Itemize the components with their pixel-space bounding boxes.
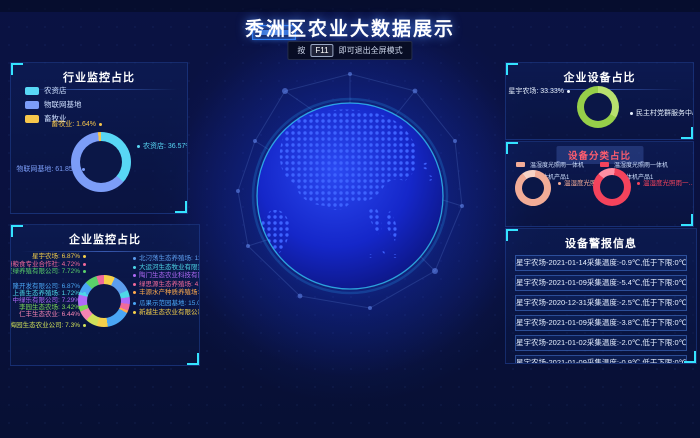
page-title: 秀洲区农业大数据展示 (0, 14, 700, 41)
f11-key-badge: F11 (310, 44, 333, 57)
alarm-row: 星宇农场-2020-12-31采集温度:-2.5℃,低于下限:0℃ (515, 295, 687, 311)
tip-prefix: 按 (297, 45, 305, 56)
legend-item[interactable]: 农资店 (25, 85, 82, 96)
chart-label: 星宇农场: 6.87% (32, 253, 86, 261)
panel-device-ratio: 企业设备占比 星宇农场: 33.33% 民主村党群服务中心: (505, 62, 694, 140)
device-donut-chart[interactable] (577, 86, 619, 128)
chart-label: 温湿度光照雨一… (637, 180, 694, 188)
chart-label: 畜牧业: 1.64% (51, 121, 102, 129)
chart-label: 红梅园生态农业公司: 7.3% (10, 322, 86, 330)
chart-label: 民主村党群服务中心: (630, 110, 694, 118)
chart-label: 家绿养殖有限公司: 7.72% (10, 268, 86, 276)
chart-label: 陶门生态农业科技有限公 (133, 272, 200, 280)
chart-label: 丰源水产种质养殖场: 1. (133, 289, 200, 297)
legend-swatch (600, 162, 609, 167)
top-decoration-bar (0, 0, 700, 12)
alarm-row: 星宇农场-2021-01-09采集温度:-0.9℃,低于下限:0℃ (515, 355, 687, 364)
panel-title: 设备警报信息 (506, 229, 696, 251)
chart-label: 农资店: 36.57% (137, 143, 188, 151)
chart-label: 星宇农场: 33.33% (508, 88, 570, 96)
legend-swatch (25, 87, 39, 95)
legend-swatch (25, 101, 39, 109)
panel-enterprise-ratio: 企业监控占比 星宇农场: 6.87% 秀洲粮食专业合作社: 4.72% 家绿养殖… (10, 224, 200, 366)
alarm-list: 星宇农场-2021-01-14采集温度:-0.9℃,低于下限:0℃ 星宇农场-2… (506, 255, 696, 364)
alarm-row: 星宇农场-2021-01-09采集温度:-5.4℃,低于下限:0℃ (515, 275, 687, 291)
alarm-row: 星宇农场-2021-01-02采集温度:-2.0℃,低于下限:0℃ (515, 335, 687, 351)
dashboard: 秀洲区农业大数据展示 按 F11 即可退出全屏模式 行业监控占比 农资店 物联网… (0, 0, 700, 438)
globe-visualization (200, 46, 500, 346)
fullscreen-tip: 按 F11 即可退出全屏模式 (287, 41, 412, 60)
panel-title: 行业监控占比 (11, 63, 187, 85)
panel-title: 企业设备占比 (506, 63, 693, 85)
panel-divider (21, 251, 189, 252)
chart-label: 绿思源生态养殖场: 4.29% (133, 281, 200, 289)
tip-suffix: 即可退出全屏模式 (339, 45, 403, 56)
chart-label: 新越生态农业有限公司: 6.87% (133, 309, 200, 317)
chart-label: 仁丰生态农业: 6.44% (19, 311, 86, 319)
legend-item[interactable]: 物联网基地 (25, 99, 82, 110)
panel-device-alarms: 设备警报信息 星宇农场-2021-01-14采集温度:-0.9℃,低于下限:0℃… (505, 228, 697, 364)
alarm-row: 星宇农场-2021-01-09采集温度:-3.8℃,低于下限:0℃ (515, 315, 687, 331)
panel-title: 企业监控占比 (11, 225, 199, 247)
alarm-row: 星宇农场-2021-01-14采集温度:-0.9℃,低于下限:0℃ (515, 255, 687, 271)
panel-industry-ratio: 行业监控占比 农资店 物联网基地 畜牧业 畜牧业: 1.64% 农资店: 36.… (10, 62, 188, 214)
legend-swatch (516, 162, 525, 167)
industry-donut-chart[interactable] (71, 132, 131, 192)
panel-device-classify: 设备分类占比 温湿度光照雨一体机 一体机产品1 温湿度光照雨一… 温湿度光照雨一… (505, 141, 694, 227)
chart-label: 大运河生态牧业有限责任公 (133, 264, 200, 272)
legend-item[interactable]: 温湿度光照雨一体机 (516, 160, 584, 169)
legend-swatch (25, 115, 39, 123)
chart-label: 瓜果示范园基地: 15.02% (133, 300, 200, 308)
chart-label: 北汈荡生态养殖场: 11.36% (133, 255, 200, 263)
chart-label: 物联网基地: 61.85% (16, 166, 85, 174)
